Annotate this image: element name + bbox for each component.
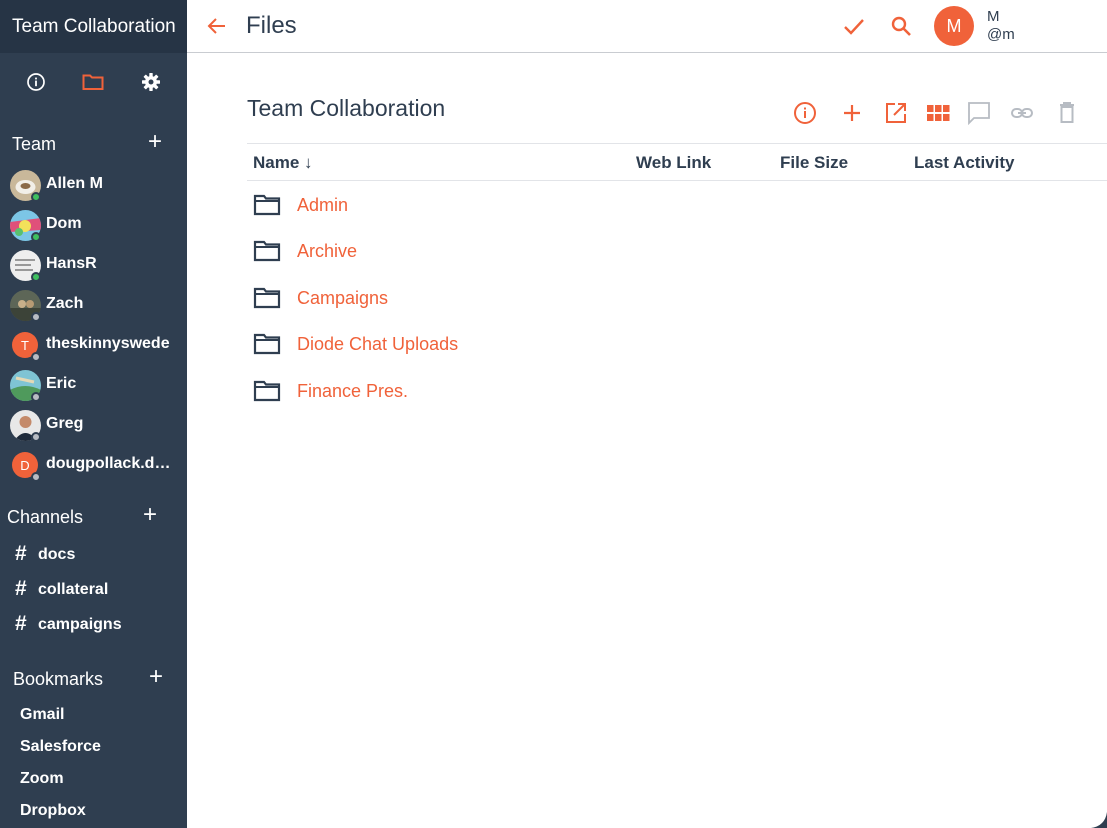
member-name: Greg: [46, 415, 84, 432]
bookmarks-section-title: Bookmarks: [13, 669, 104, 689]
search-icon[interactable]: [889, 14, 913, 38]
hash-icon: #: [15, 612, 27, 635]
checkmark-icon[interactable]: [842, 14, 866, 38]
user-avatar[interactable]: M: [934, 6, 974, 46]
folder-icon[interactable]: [81, 70, 105, 94]
hash-icon: #: [15, 542, 27, 565]
member-allen-m[interactable]: Allen M: [0, 166, 187, 202]
add-channel-button[interactable]: +: [141, 503, 159, 527]
status-dot: [31, 232, 41, 242]
channels-section-title: Channels: [7, 507, 84, 527]
add-icon[interactable]: [840, 101, 864, 125]
team-title[interactable]: Team Collaboration: [0, 0, 187, 53]
folder-name[interactable]: Archive: [297, 241, 357, 262]
status-dot: [31, 432, 41, 442]
member-name: theskinnyswede: [46, 335, 170, 352]
hash-icon: #: [15, 577, 27, 600]
top-bar: Files M M @m: [187, 0, 1107, 53]
channel-collateral[interactable]: # collateral: [0, 575, 187, 605]
channel-name: docs: [38, 546, 76, 563]
open-external-icon[interactable]: [884, 101, 908, 125]
bookmark-salesforce[interactable]: Salesforce: [20, 738, 101, 756]
app-window: Team Collaboration Team + Allen M Dom Ha…: [0, 0, 1107, 828]
member-name: Allen M: [46, 175, 103, 192]
bookmarks-section-header: Bookmarks +: [0, 665, 187, 695]
table-row[interactable]: Admin: [247, 185, 1107, 225]
member-hansr[interactable]: HansR: [0, 246, 187, 282]
member-name: HansR: [46, 255, 97, 272]
grid-view-icon[interactable]: [926, 101, 950, 125]
sidebar-icon-bar: [0, 64, 187, 100]
user-name: M: [987, 8, 1000, 25]
column-header-name[interactable]: Name ↓: [253, 153, 313, 173]
channel-name: collateral: [38, 581, 109, 598]
channel-docs[interactable]: # docs: [0, 540, 187, 570]
folder-icon: [253, 239, 281, 263]
member-name: Eric: [46, 375, 77, 392]
page-title: Files: [246, 12, 297, 39]
add-team-member-button[interactable]: +: [146, 130, 164, 154]
folder-icon: [253, 193, 281, 217]
status-dot: [31, 472, 41, 482]
info-icon[interactable]: [24, 70, 48, 94]
table-header-divider: [247, 180, 1107, 181]
folder-icon: [253, 286, 281, 310]
member-zach[interactable]: Zach: [0, 286, 187, 322]
status-dot: [31, 272, 41, 282]
member-name: Zach: [46, 295, 84, 312]
member-theskinnyswede[interactable]: T theskinnyswede: [0, 326, 187, 362]
sidebar: Team Collaboration Team + Allen M Dom Ha…: [0, 0, 187, 828]
table-row[interactable]: Archive: [247, 231, 1107, 271]
member-eric[interactable]: Eric: [0, 366, 187, 402]
gear-icon[interactable]: [139, 70, 163, 94]
folder-name[interactable]: Finance Pres.: [297, 381, 408, 402]
status-dot: [31, 352, 41, 362]
member-dougpollack[interactable]: D dougpollack.dio...: [0, 446, 187, 482]
info-icon[interactable]: [793, 101, 817, 125]
sort-down-icon: ↓: [304, 153, 313, 172]
bookmark-gmail[interactable]: Gmail: [20, 706, 64, 724]
status-dot: [31, 312, 41, 322]
team-section-title: Team: [12, 134, 57, 154]
column-header-file-size[interactable]: File Size: [780, 153, 848, 173]
folder-name[interactable]: Campaigns: [297, 288, 388, 309]
status-dot: [31, 392, 41, 402]
folder-icon: [253, 332, 281, 356]
member-name: dougpollack.dio...: [46, 455, 174, 472]
comment-icon[interactable]: [967, 101, 991, 125]
folder-title: Team Collaboration: [247, 95, 446, 121]
channel-name: campaigns: [38, 616, 122, 633]
folder-name[interactable]: Admin: [297, 195, 348, 216]
member-greg[interactable]: Greg: [0, 406, 187, 442]
channels-section-header: Channels +: [0, 503, 187, 533]
table-row[interactable]: Finance Pres.: [247, 371, 1107, 411]
trash-icon[interactable]: [1055, 101, 1079, 125]
link-icon[interactable]: [1010, 101, 1034, 125]
table-row[interactable]: Diode Chat Uploads: [247, 324, 1107, 364]
member-name: Dom: [46, 215, 82, 232]
back-arrow-icon[interactable]: [205, 14, 227, 38]
column-header-last-activity[interactable]: Last Activity: [914, 153, 1014, 173]
table-row[interactable]: Campaigns: [247, 278, 1107, 318]
status-dot: [31, 192, 41, 202]
bookmark-dropbox[interactable]: Dropbox: [20, 802, 86, 820]
team-section-header: Team +: [0, 130, 187, 160]
add-bookmark-button[interactable]: +: [147, 665, 165, 689]
window-corner: [1091, 812, 1107, 828]
folder-name[interactable]: Diode Chat Uploads: [297, 334, 458, 355]
member-dom[interactable]: Dom: [0, 206, 187, 242]
folder-icon: [253, 379, 281, 403]
user-handle: @m: [987, 26, 1015, 43]
channel-campaigns[interactable]: # campaigns: [0, 610, 187, 640]
bookmark-zoom[interactable]: Zoom: [20, 770, 64, 788]
table-top-divider: [247, 143, 1107, 144]
column-label: Name: [253, 153, 300, 172]
column-header-web-link[interactable]: Web Link: [636, 153, 711, 173]
